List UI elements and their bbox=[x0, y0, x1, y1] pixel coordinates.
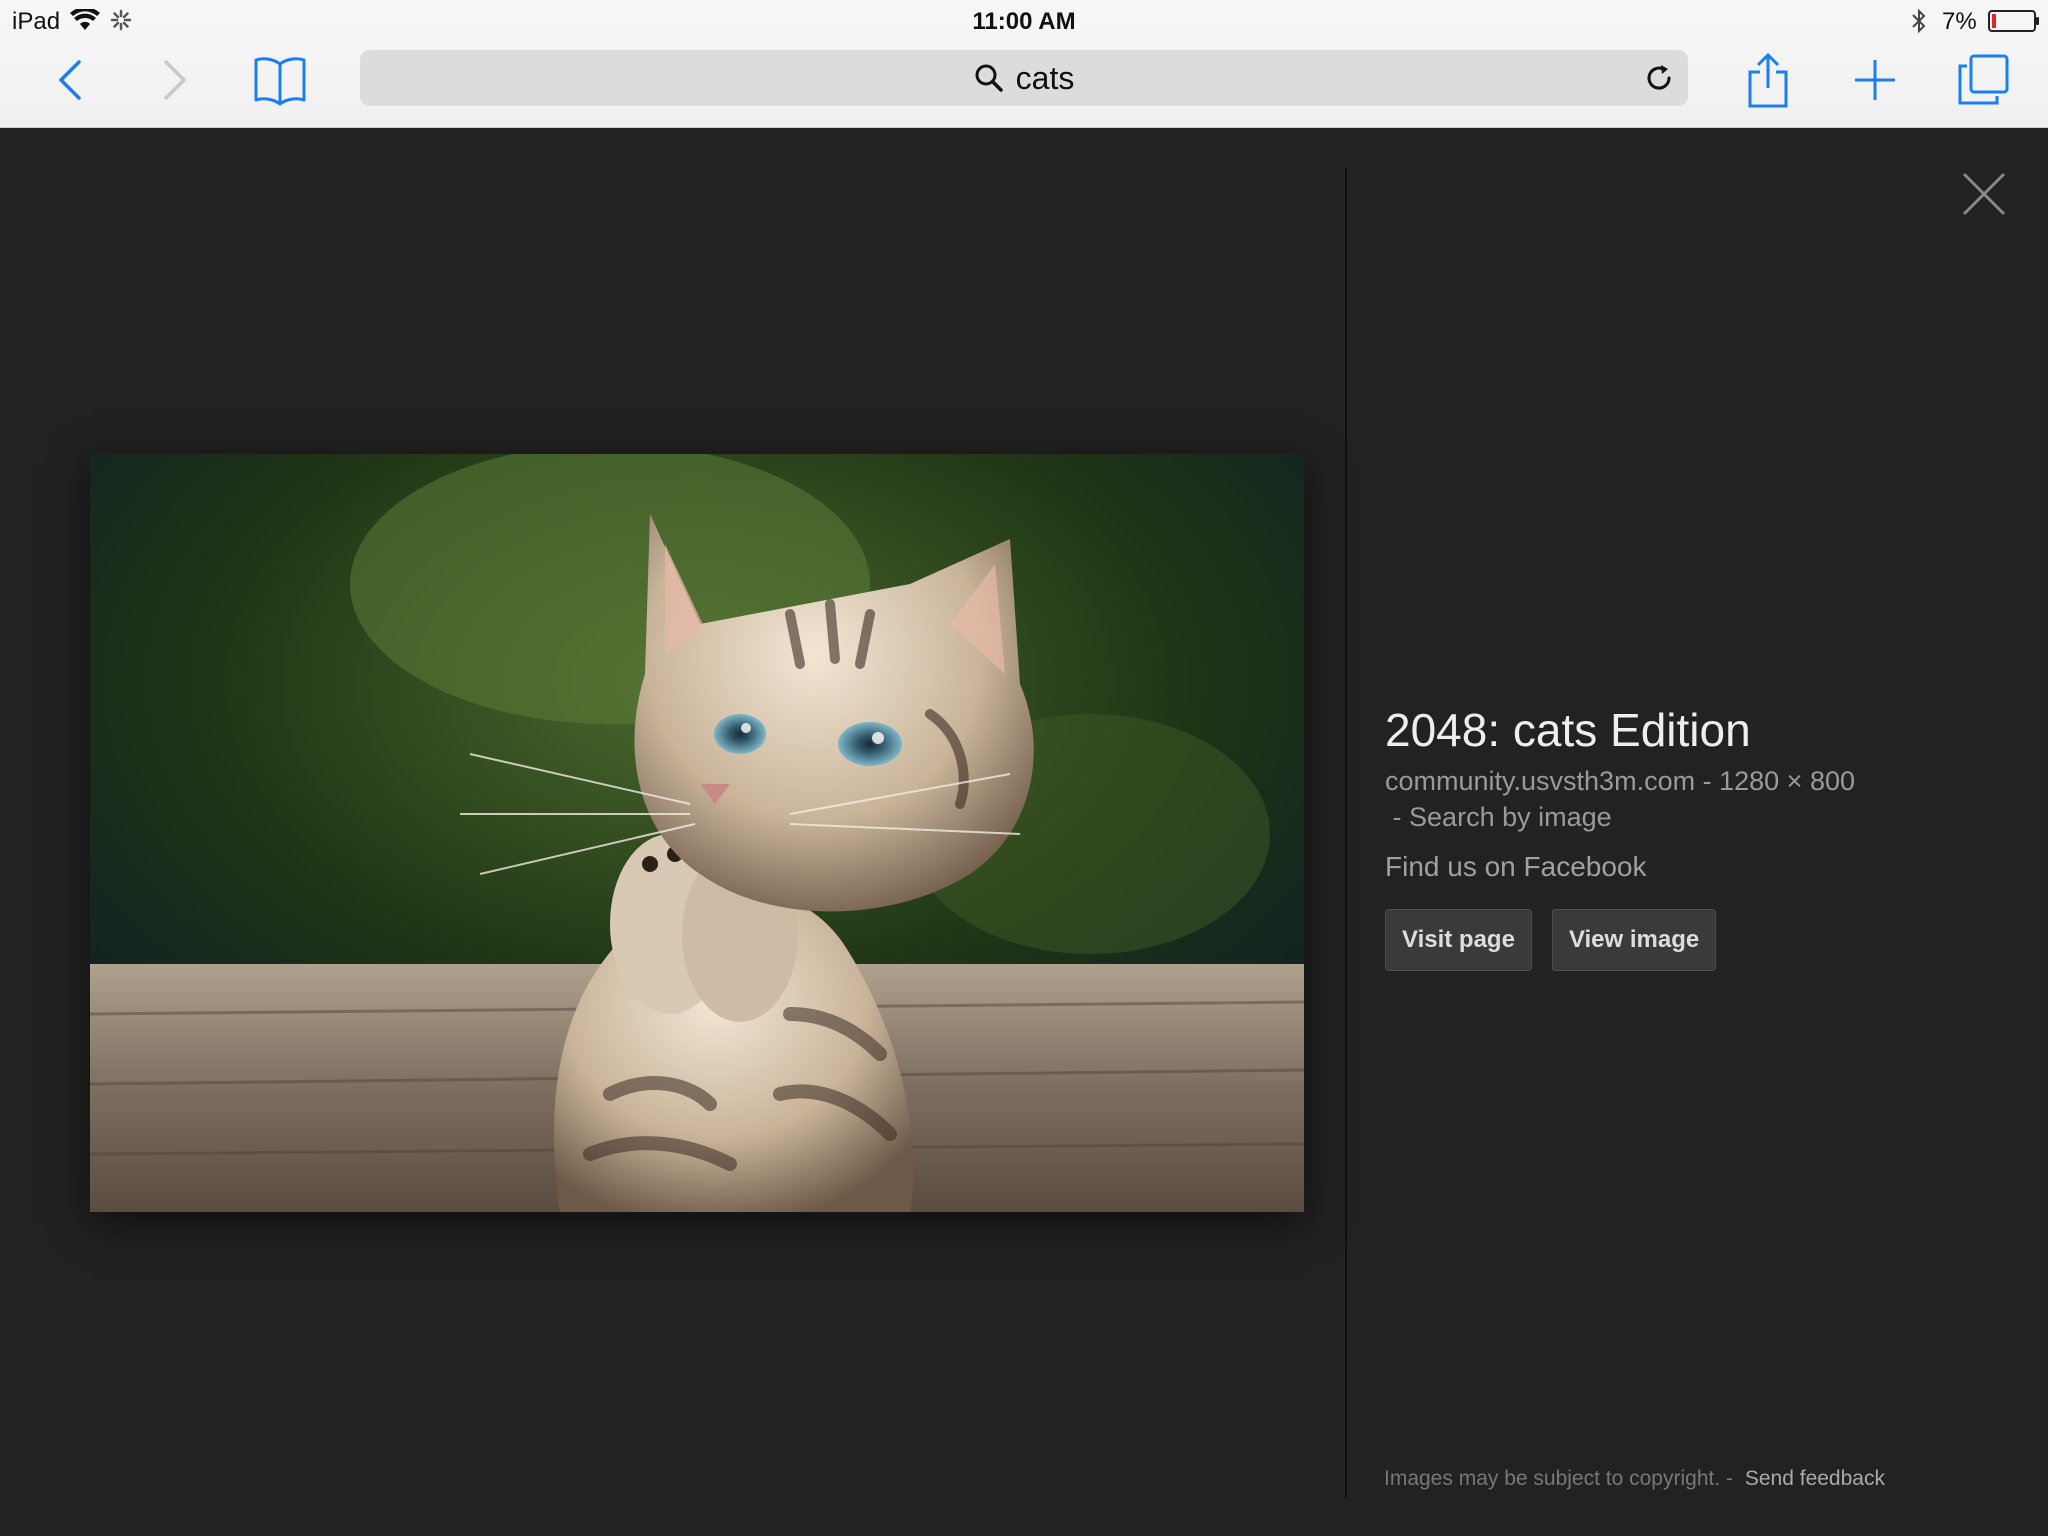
share-icon bbox=[1748, 52, 1788, 108]
search-query: cats bbox=[1015, 59, 1075, 96]
action-buttons: Visit page View image bbox=[1385, 909, 2005, 971]
reload-icon[interactable] bbox=[1644, 63, 1674, 93]
search-icon bbox=[975, 64, 1003, 92]
bluetooth-icon bbox=[1912, 8, 1926, 34]
share-button[interactable] bbox=[1738, 50, 1798, 110]
bookmarks-button[interactable] bbox=[250, 50, 310, 110]
browser-chrome: iPad 11:00 AM 7% cats bbox=[0, 0, 2048, 128]
meta-separator: - bbox=[1702, 766, 1712, 796]
facebook-link[interactable]: Find us on Facebook bbox=[1385, 849, 2005, 885]
image-viewer-panel: 2048: cats Edition community.usvsth3m.co… bbox=[0, 128, 2048, 1536]
battery-percent: 7% bbox=[1942, 8, 1977, 35]
chevron-left-icon bbox=[59, 60, 81, 100]
battery-icon bbox=[1988, 10, 2039, 32]
address-bar[interactable]: cats bbox=[360, 50, 1688, 106]
copyright-note: Images may be subject to copyright. bbox=[1384, 1467, 1721, 1490]
footer-separator: - bbox=[1726, 1467, 1734, 1490]
visit-page-button[interactable]: Visit page bbox=[1385, 909, 1532, 971]
new-tab-button[interactable] bbox=[1845, 50, 1905, 110]
forward-button[interactable] bbox=[145, 50, 205, 110]
chevron-right-icon bbox=[164, 60, 186, 100]
result-source[interactable]: community.usvsth3m.com bbox=[1385, 766, 1695, 796]
view-image-button[interactable]: View image bbox=[1551, 909, 1717, 971]
clock: 11:00 AM bbox=[972, 8, 1076, 35]
result-meta: community.usvsth3m.com - 1280 × 800 - Se… bbox=[1385, 763, 2005, 835]
image-info: 2048: cats Edition community.usvsth3m.co… bbox=[1385, 703, 2005, 971]
result-dimensions: 1280 × 800 bbox=[1719, 766, 1855, 796]
meta-separator: - bbox=[1392, 802, 1402, 832]
kitten-illustration bbox=[90, 454, 1304, 1212]
viewer-footer: Images may be subject to copyright. - Se… bbox=[1384, 1467, 1885, 1491]
search-by-image-link[interactable]: Search by image bbox=[1409, 802, 1612, 832]
plus-icon bbox=[1855, 60, 1895, 100]
status-bar: iPad 11:00 AM 7% bbox=[0, 0, 2048, 40]
book-icon bbox=[254, 57, 306, 106]
tabs-button[interactable] bbox=[1953, 50, 2013, 110]
close-icon[interactable] bbox=[1960, 170, 2008, 218]
kitten-image[interactable] bbox=[90, 454, 1304, 1212]
panel-divider bbox=[1345, 168, 1347, 1498]
send-feedback-link[interactable]: Send feedback bbox=[1745, 1467, 1885, 1490]
back-button[interactable] bbox=[40, 50, 100, 110]
result-title: 2048: cats Edition bbox=[1385, 704, 1751, 756]
tabs-icon bbox=[1958, 54, 2009, 105]
